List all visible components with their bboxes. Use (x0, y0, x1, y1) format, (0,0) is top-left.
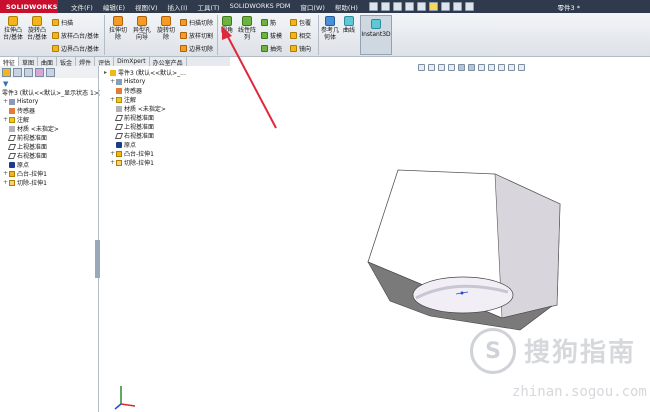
tab-weldments[interactable]: 焊件 (76, 57, 96, 67)
menu-window[interactable]: 窗口(W) (295, 2, 330, 12)
ribbon-separator (318, 15, 319, 55)
tree-item-origin[interactable]: 原点 (0, 160, 99, 169)
tree-item-history[interactable]: + History (0, 97, 99, 106)
select-icon[interactable] (428, 2, 438, 11)
dimxpert-manager-tab-icon[interactable] (35, 67, 44, 77)
tree-item-material[interactable]: 材质 <未指定> (0, 124, 99, 133)
watermark-text: 搜狗指南 (524, 338, 637, 368)
sweep-button[interactable]: 扫描 (52, 18, 73, 27)
annotation-icon (9, 116, 15, 123)
watermark-logo: S (470, 328, 516, 374)
loft-icon (52, 32, 59, 39)
tree-root-part[interactable]: 零件3 (默认<<默认>_显示状态 1>) (0, 88, 101, 97)
tree-item-sensors[interactable]: 传感器 (0, 106, 99, 115)
feature-manager-tab-icon[interactable] (2, 67, 11, 77)
expand-icon[interactable]: + (3, 179, 8, 186)
filter-icon[interactable]: ▼ (3, 80, 8, 88)
save-icon[interactable] (392, 2, 402, 11)
tree-item-boss-extrude[interactable]: + 凸台-拉伸1 (0, 169, 99, 178)
instant3d-icon (371, 19, 381, 29)
options-icon[interactable] (464, 2, 474, 11)
document-title: 零件3 * (557, 3, 580, 12)
solidworks-logo[interactable]: SOLIDWORKS (0, 0, 58, 13)
open-icon[interactable] (380, 2, 390, 11)
feature-manager-panel: ▼ 零件3 (默认<<默认>_显示状态 1>) + History 传感器 + 注解… (0, 66, 101, 412)
sensor-icon (9, 107, 15, 114)
reference-geometry-icon (325, 16, 335, 26)
arrow-shaft (226, 34, 277, 129)
revolve-boss-button[interactable]: 旋转凸台/基体 (26, 16, 48, 41)
extrude-boss-icon (8, 16, 18, 26)
graphics-area[interactable]: ▸ 零件3 (默认<<默认>_... + History 传感器 + 注解 材质 <未… (100, 26, 650, 412)
tree-item-annotations[interactable]: + 注解 (0, 115, 99, 124)
command-manager-ribbon: 拉伸凸台/基体 旋转凸台/基体 扫描 放样凸台/基体 边界凸台/基体 拉伸切除 … (0, 13, 650, 57)
new-icon[interactable] (368, 2, 378, 11)
menu-help[interactable]: 帮助(H) (330, 2, 363, 12)
undo-icon[interactable] (416, 2, 426, 11)
plane-icon (7, 143, 17, 150)
menu-file[interactable]: 文件(F) (66, 2, 98, 12)
file-properties-icon[interactable] (452, 2, 462, 11)
origin-icon (9, 161, 15, 168)
instant3d-button[interactable]: Instant3D (360, 15, 392, 55)
print-icon[interactable] (404, 2, 414, 11)
boss-extrude-icon (9, 170, 15, 177)
curves-icon (344, 16, 354, 26)
model-hole[interactable] (412, 276, 514, 314)
expand-icon[interactable]: + (3, 98, 8, 105)
title-bar: SOLIDWORKS 文件(F) 编辑(E) 视图(V) 插入(I) 工具(T)… (0, 0, 650, 13)
quick-access-toolbar (368, 2, 474, 11)
display-manager-tab-icon[interactable] (46, 67, 55, 77)
expand-icon[interactable]: + (3, 116, 8, 123)
coordinate-triad (114, 386, 136, 410)
panel-toolbar (0, 66, 98, 78)
z-axis (114, 403, 122, 410)
tree-item-right-plane[interactable]: 右视基准面 (0, 151, 99, 160)
loft-button[interactable]: 放样凸台/基体 (52, 31, 99, 40)
plane-icon (7, 152, 17, 159)
rebuild-icon[interactable] (440, 2, 450, 11)
feature-tree: 零件3 (默认<<默认>_显示状态 1>) + History 传感器 + 注解 材… (0, 88, 101, 187)
expand-icon[interactable]: + (3, 170, 8, 177)
tree-item-front-plane[interactable]: 前视基准面 (0, 133, 99, 142)
arrow-head (222, 26, 232, 40)
configuration-manager-tab-icon[interactable] (24, 67, 33, 77)
tab-features[interactable]: 特征 (0, 57, 20, 67)
watermark: S 搜狗指南 zhinan.sogou.com (470, 328, 650, 400)
history-icon (9, 98, 15, 105)
annotation-arrow (222, 26, 277, 129)
x-axis (120, 403, 136, 407)
tab-sketch[interactable]: 草图 (19, 57, 39, 67)
tab-surfaces[interactable]: 曲面 (38, 57, 58, 67)
tree-item-cut-extrude[interactable]: + 切除-拉伸1 (0, 178, 99, 187)
boundary-boss-icon (52, 45, 59, 52)
reference-geometry-button[interactable]: 参考几何体 (321, 16, 339, 41)
boundary-boss-button[interactable]: 边界凸台/基体 (52, 44, 99, 53)
extrude-boss-button[interactable]: 拉伸凸台/基体 (2, 16, 24, 41)
sweep-icon (52, 19, 59, 26)
watermark-url: zhinan.sogou.com (512, 384, 647, 400)
plane-icon (7, 134, 17, 141)
tree-item-top-plane[interactable]: 上视基准面 (0, 142, 99, 151)
tab-sheet-metal[interactable]: 钣金 (57, 57, 77, 67)
revolve-boss-icon (32, 16, 42, 26)
property-manager-tab-icon[interactable] (13, 67, 22, 77)
curves-button[interactable]: 曲线 (341, 16, 357, 34)
cut-extrude-icon (9, 179, 15, 186)
material-icon (9, 125, 15, 132)
